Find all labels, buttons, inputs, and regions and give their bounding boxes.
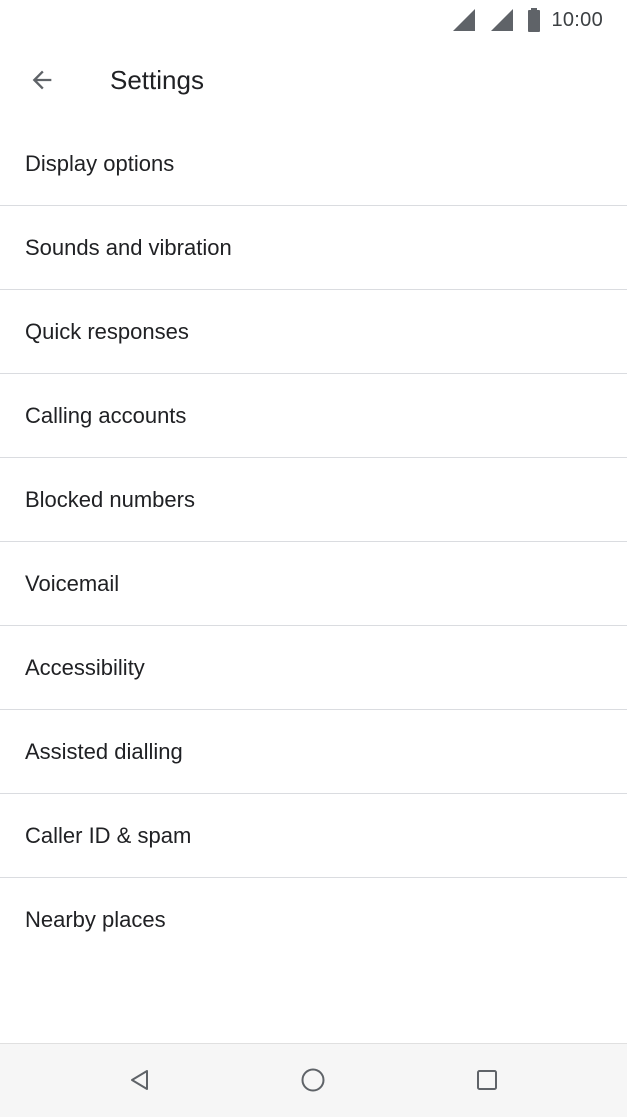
settings-item-quick-responses[interactable]: Quick responses [0, 290, 627, 374]
cell-signal-icon [491, 9, 514, 31]
nav-home-button[interactable] [289, 1058, 337, 1102]
settings-item-voicemail[interactable]: Voicemail [0, 542, 627, 626]
settings-item-label: Sounds and vibration [25, 234, 232, 260]
settings-item-label: Calling accounts [25, 402, 187, 428]
settings-item-assisted-dialling[interactable]: Assisted dialling [0, 710, 627, 794]
page-title: Settings [110, 65, 204, 95]
settings-item-label: Blocked numbers [25, 486, 195, 512]
nav-back-icon [131, 1070, 148, 1090]
settings-item-display-options[interactable]: Display options [0, 122, 627, 206]
settings-item-label: Voicemail [25, 570, 120, 596]
nav-home-icon [301, 1068, 325, 1092]
settings-item-label: Assisted dialling [25, 738, 183, 764]
nav-recents-icon [477, 1070, 497, 1090]
status-bar: 10:00 [0, 0, 627, 40]
arrow-back-icon [32, 70, 52, 90]
settings-item-label: Accessibility [25, 654, 145, 680]
settings-item-blocked-numbers[interactable]: Blocked numbers [0, 458, 627, 542]
battery-icon [528, 8, 541, 32]
back-button[interactable] [18, 56, 66, 104]
navigation-bar [0, 1043, 627, 1117]
nav-recents-button[interactable] [463, 1058, 511, 1102]
settings-item-sounds-and-vibration[interactable]: Sounds and vibration [0, 206, 627, 290]
settings-item-accessibility[interactable]: Accessibility [0, 626, 627, 710]
nav-back-button[interactable] [116, 1058, 164, 1102]
wifi-signal-icon [453, 9, 476, 31]
settings-item-label: Display options [25, 150, 175, 176]
settings-item-label: Quick responses [25, 318, 189, 344]
settings-item-calling-accounts[interactable]: Calling accounts [0, 374, 627, 458]
status-time: 10:00 [551, 8, 603, 31]
settings-list: Display options Sounds and vibration Qui… [0, 122, 627, 961]
settings-item-caller-id-spam[interactable]: Caller ID & spam [0, 794, 627, 878]
settings-item-label: Caller ID & spam [25, 822, 192, 848]
settings-item-nearby-places[interactable]: Nearby places [0, 878, 627, 961]
settings-item-label: Nearby places [25, 906, 166, 932]
status-icons: 10:00 [451, 7, 603, 33]
app-bar: Settings [0, 40, 627, 120]
